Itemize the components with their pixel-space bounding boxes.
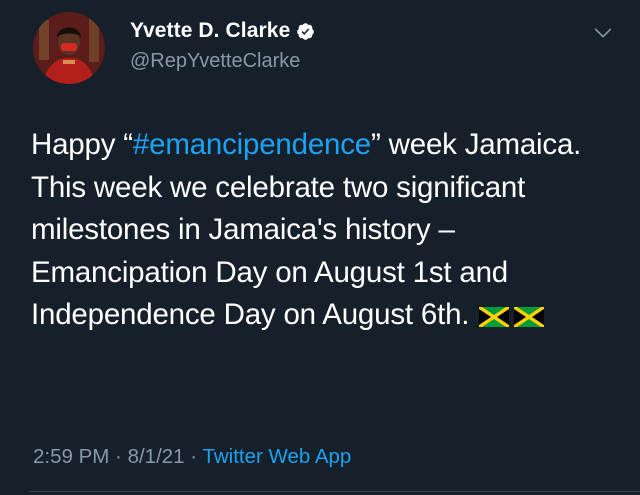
tweet-time[interactable]: 2:59 PM bbox=[33, 445, 109, 468]
jamaica-flag-icon bbox=[479, 307, 510, 327]
chevron-down-icon[interactable] bbox=[592, 22, 614, 44]
meta-separator: · bbox=[184, 445, 203, 468]
author-name-row: Yvette D. Clarke bbox=[130, 19, 315, 43]
flag-emojis bbox=[479, 307, 545, 327]
hashtag-link[interactable]: #emancipendence bbox=[133, 128, 371, 161]
display-name[interactable]: Yvette D. Clarke bbox=[130, 19, 290, 43]
tweet-meta: 2:59 PM · 8/1/21 · Twitter Web App bbox=[33, 445, 351, 469]
tweet-source-link[interactable]: Twitter Web App bbox=[202, 445, 351, 468]
profile-photo bbox=[33, 12, 105, 84]
verified-badge-icon bbox=[297, 22, 315, 40]
tweet-text: Happy “#emancipendence” week Jamaica. Th… bbox=[31, 124, 621, 337]
meta-separator: · bbox=[109, 445, 128, 468]
tweet-text-intro: Happy “ bbox=[31, 128, 133, 161]
author-handle[interactable]: @RepYvetteClarke bbox=[130, 50, 300, 73]
tweet-date[interactable]: 8/1/21 bbox=[128, 445, 185, 468]
jamaica-flag-icon bbox=[514, 307, 545, 327]
avatar[interactable] bbox=[33, 12, 105, 84]
divider bbox=[30, 491, 640, 492]
